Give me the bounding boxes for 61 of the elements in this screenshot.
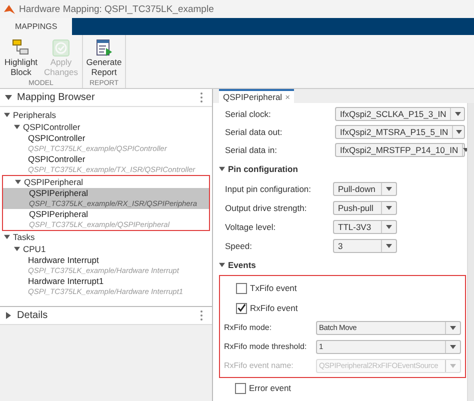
caret-icon — [450, 364, 456, 368]
window-title: Hardware Mapping: QSPI_TC375LK_example — [19, 4, 214, 14]
collapse-icon[interactable] — [5, 94, 12, 101]
field-label: Voltage level: — [224, 222, 277, 232]
dropdown[interactable]: IfxQspi2_MTSRA_P15_5_IN — [335, 125, 465, 139]
collapse-icon[interactable] — [5, 312, 12, 319]
caret-icon — [450, 326, 456, 330]
ribbon-tab[interactable]: MAPPINGS — [0, 18, 72, 35]
checkbox[interactable] — [236, 302, 247, 314]
tree-item[interactable]: CPU1 — [23, 244, 46, 254]
field-label: RxFifo mode threshold: — [223, 342, 308, 351]
field-label: Input pin configuration: — [224, 184, 312, 194]
app-logo-icon — [4, 4, 15, 14]
more-options-icon[interactable] — [200, 310, 203, 321]
dropdown[interactable]: Push-pull — [333, 200, 397, 214]
section-title: Events — [228, 260, 256, 270]
caret-icon — [386, 186, 392, 190]
dropdown[interactable]: 3 — [333, 238, 397, 252]
caret-icon — [386, 206, 392, 210]
checkbox-label: Error event — [249, 383, 292, 393]
expand-arrow-icon[interactable] — [4, 234, 10, 240]
tree-item[interactable]: QSPIController — [23, 122, 80, 132]
field-label: Serial data in: — [224, 145, 278, 155]
ribbon-button[interactable]: Generate Report — [85, 37, 123, 80]
checkbox[interactable] — [235, 382, 246, 394]
scrollbar[interactable] — [467, 103, 474, 401]
expand-arrow-icon[interactable] — [219, 262, 225, 268]
section-title: Pin configuration — [228, 164, 298, 174]
field-label: Speed: — [224, 240, 253, 250]
caret-icon — [386, 244, 392, 248]
expand-arrow-icon[interactable] — [4, 112, 10, 118]
caret-icon — [450, 344, 456, 348]
field-label: RxFifo mode: — [223, 323, 273, 332]
dropdown[interactable]: IfxQspi2_SCLKA_P15_3_IN — [335, 107, 465, 121]
editor-tab[interactable]: QSPIPeripheral × — [219, 89, 294, 103]
report-icon — [94, 38, 114, 58]
panel-title: Mapping Browser — [17, 92, 96, 103]
tree-item[interactable]: QSPIPeripheral — [24, 177, 84, 187]
checkbox[interactable] — [236, 282, 247, 294]
caret-icon — [456, 130, 462, 134]
dropdown[interactable]: Pull-down — [333, 182, 397, 196]
field-label: Serial clock: — [224, 109, 272, 119]
ribbon-button[interactable]: Highlight Block — [2, 37, 40, 80]
field-label: Serial data out: — [224, 127, 284, 137]
more-options-icon[interactable] — [200, 92, 203, 103]
field-label: RxFifo event name: — [223, 361, 294, 370]
field-label: Output drive strength: — [224, 202, 308, 212]
expand-arrow-icon[interactable] — [14, 124, 20, 130]
dropdown[interactable]: IfxQspi2_MRSTFP_P14_10_IN — [335, 143, 465, 157]
tree-item[interactable]: Peripherals — [13, 110, 56, 120]
panel-title: Details — [17, 310, 49, 321]
caret-icon — [454, 112, 461, 116]
checkbox-label: TxFifo event — [250, 283, 297, 293]
caret-icon — [386, 224, 392, 228]
expand-arrow-icon[interactable] — [15, 179, 21, 185]
check-icon — [51, 38, 71, 58]
expand-arrow-icon[interactable] — [14, 246, 20, 252]
checkbox-label: RxFifo event — [250, 303, 298, 313]
expand-arrow-icon[interactable] — [219, 166, 225, 172]
dropdown[interactable]: TTL-3V3 — [333, 220, 397, 234]
tree-item[interactable]: Tasks — [13, 232, 35, 242]
